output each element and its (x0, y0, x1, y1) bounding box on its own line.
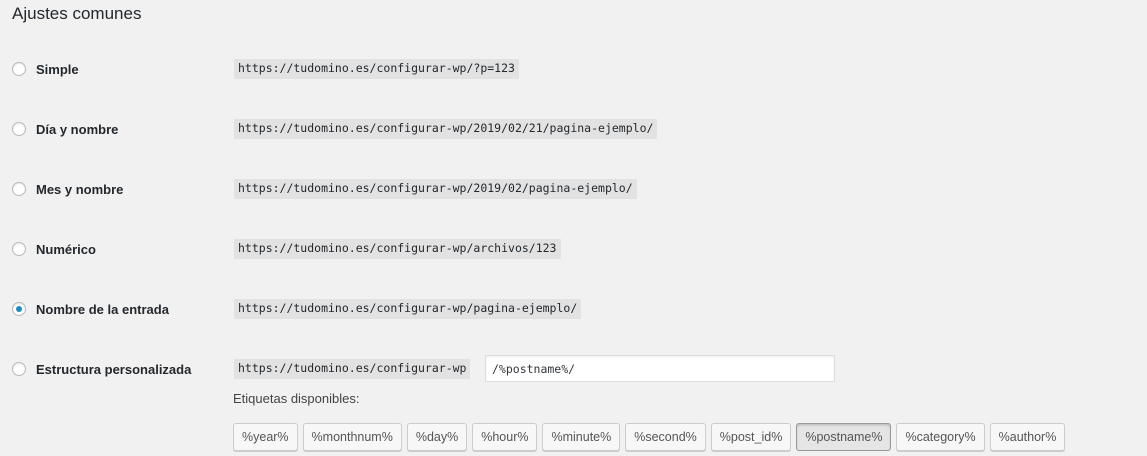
option-label-simple: Simple (36, 61, 79, 77)
option-label-post-name: Nombre de la entrada (36, 301, 169, 317)
url-example-post-name: https://tudomino.es/configurar-wp/pagina… (234, 299, 582, 319)
url-example-numeric: https://tudomino.es/configurar-wp/archiv… (234, 239, 561, 259)
tag-button-day[interactable]: %day% (406, 423, 468, 451)
radio-day-name[interactable] (12, 122, 26, 136)
tag-button-monthnum[interactable]: %monthnum% (302, 423, 402, 451)
tag-button-post-id[interactable]: %post_id% (710, 423, 792, 451)
available-tags: %year% %monthnum% %day% %hour% %minute% … (233, 423, 1066, 451)
option-label-month-name: Mes y nombre (36, 181, 124, 197)
url-prefix-custom: https://tudomino.es/configurar-wp (234, 359, 471, 379)
radio-post-name[interactable] (12, 302, 26, 316)
permalink-option-post-name[interactable]: Nombre de la entrada https://tudomino.es… (12, 298, 1112, 320)
permalink-option-month-name[interactable]: Mes y nombre https://tudomino.es/configu… (12, 178, 1112, 200)
permalink-option-day-name[interactable]: Día y nombre https://tudomino.es/configu… (12, 118, 1112, 140)
permalink-option-simple[interactable]: Simple https://tudomino.es/configurar-wp… (12, 58, 1112, 80)
tag-button-author[interactable]: %author% (989, 423, 1066, 451)
option-label-day-name: Día y nombre (36, 121, 119, 137)
section-title: Ajustes comunes (12, 4, 142, 23)
available-tags-label: Etiquetas disponibles: (233, 391, 360, 406)
custom-structure-input[interactable] (485, 355, 835, 382)
tag-button-minute[interactable]: %minute% (542, 423, 621, 451)
radio-month-name[interactable] (12, 182, 26, 196)
tag-button-second[interactable]: %second% (625, 423, 706, 451)
radio-custom[interactable] (12, 362, 26, 376)
permalink-option-numeric[interactable]: Numérico https://tudomino.es/configurar-… (12, 238, 1112, 260)
tag-button-year[interactable]: %year% (233, 423, 298, 451)
tag-button-category[interactable]: %category% (896, 423, 985, 451)
option-label-custom: Estructura personalizada (36, 361, 192, 377)
option-label-numeric: Numérico (36, 241, 96, 257)
radio-simple[interactable] (12, 62, 26, 76)
tag-button-hour[interactable]: %hour% (472, 423, 538, 451)
tag-button-postname[interactable]: %postname% (796, 423, 892, 451)
url-example-month-name: https://tudomino.es/configurar-wp/2019/0… (234, 179, 637, 199)
url-example-day-name: https://tudomino.es/configurar-wp/2019/0… (234, 119, 658, 139)
radio-numeric[interactable] (12, 242, 26, 256)
url-example-simple: https://tudomino.es/configurar-wp/?p=123 (234, 59, 519, 79)
